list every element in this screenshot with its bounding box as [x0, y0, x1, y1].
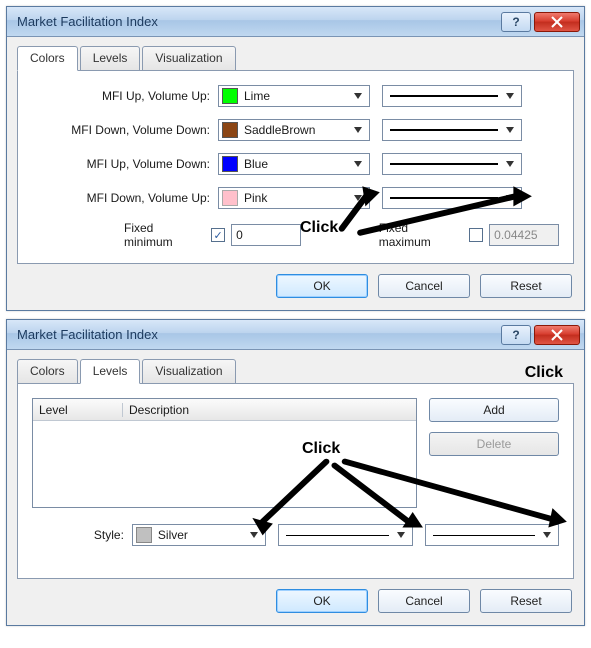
fixed-max-checkbox[interactable] [469, 228, 483, 242]
button-row: OK Cancel Reset [17, 264, 574, 300]
style-row: Style: Silver [32, 524, 559, 546]
delete-button: Delete [429, 432, 559, 456]
dialog-colors: Market Facilitation Index ? Colors Level… [6, 6, 585, 311]
line-width-select[interactable] [382, 153, 522, 175]
color-row-label: MFI Down, Volume Up: [32, 191, 218, 205]
window-title: Market Facilitation Index [17, 14, 498, 29]
chevron-down-icon [502, 155, 518, 173]
color-select-mfi-down-vol-down[interactable]: SaddleBrown [218, 119, 370, 141]
color-row: MFI Up, Volume Up: Lime [32, 85, 559, 107]
fixed-min-checkbox[interactable]: ✓ [211, 228, 225, 242]
help-button[interactable]: ? [501, 12, 531, 32]
line-width-select[interactable] [382, 187, 522, 209]
line-width-select[interactable] [382, 119, 522, 141]
cancel-button[interactable]: Cancel [378, 274, 470, 298]
ok-button[interactable]: OK [276, 589, 368, 613]
levels-grid[interactable]: Level Description [32, 398, 417, 508]
color-row: MFI Down, Volume Up: Pink [32, 187, 559, 209]
chevron-down-icon [502, 189, 518, 207]
line-pattern-select[interactable] [278, 524, 412, 546]
chevron-down-icon [350, 155, 366, 173]
color-swatch [222, 156, 238, 172]
close-icon [550, 328, 564, 342]
col-level[interactable]: Level [33, 403, 123, 417]
close-button[interactable] [534, 325, 580, 345]
line-preview [390, 95, 498, 97]
chevron-down-icon [350, 87, 366, 105]
tabstrip: Colors Levels Visualization [17, 46, 574, 71]
fixed-max-input: 0.04425 [489, 224, 559, 246]
col-description[interactable]: Description [123, 403, 416, 417]
color-swatch [136, 527, 152, 543]
chevron-down-icon [502, 121, 518, 139]
tab-pane-levels: Level Description Add Delete Style: Silv… [17, 383, 574, 579]
color-swatch [222, 122, 238, 138]
color-select-mfi-down-vol-up[interactable]: Pink [218, 187, 370, 209]
add-button[interactable]: Add [429, 398, 559, 422]
style-label: Style: [32, 528, 132, 542]
color-row-label: MFI Up, Volume Up: [32, 89, 218, 103]
tab-levels[interactable]: Levels [80, 359, 141, 384]
fixed-min-label: Fixed minimum [124, 221, 205, 249]
color-row-label: MFI Down, Volume Down: [32, 123, 218, 137]
line-width-select[interactable] [425, 524, 559, 546]
color-select-mfi-up-vol-up[interactable]: Lime [218, 85, 370, 107]
chevron-down-icon [502, 87, 518, 105]
tab-colors[interactable]: Colors [17, 46, 78, 71]
close-icon [550, 15, 564, 29]
client-area: Colors Levels Visualization MFI Up, Volu… [7, 37, 584, 310]
tab-levels[interactable]: Levels [80, 46, 141, 71]
button-row: OK Cancel Reset [17, 579, 574, 615]
cancel-button[interactable]: Cancel [378, 589, 470, 613]
color-row: MFI Up, Volume Down: Blue [32, 153, 559, 175]
tab-pane-colors: MFI Up, Volume Up: Lime MFI Down, Volume… [17, 70, 574, 264]
chevron-down-icon [350, 121, 366, 139]
fixed-row: Fixed minimum ✓ 0 Fixed maximum 0.04425 [32, 221, 559, 249]
window-title: Market Facilitation Index [17, 327, 498, 342]
color-select-mfi-up-vol-down[interactable]: Blue [218, 153, 370, 175]
tab-visualization[interactable]: Visualization [142, 359, 235, 384]
color-row-label: MFI Up, Volume Down: [32, 157, 218, 171]
color-swatch [222, 88, 238, 104]
levels-body: Level Description Add Delete [32, 398, 559, 508]
color-swatch [222, 190, 238, 206]
titlebar[interactable]: Market Facilitation Index ? [7, 7, 584, 37]
line-preview [286, 535, 388, 536]
client-area: Colors Levels Visualization Level Descri… [7, 350, 584, 625]
line-width-select[interactable] [382, 85, 522, 107]
chevron-down-icon [393, 526, 409, 544]
tabstrip: Colors Levels Visualization [17, 359, 574, 384]
line-preview [390, 129, 498, 131]
chevron-down-icon [246, 526, 262, 544]
fixed-min-input[interactable]: 0 [231, 224, 301, 246]
help-button[interactable]: ? [501, 325, 531, 345]
reset-button[interactable]: Reset [480, 274, 572, 298]
line-preview [390, 163, 498, 165]
line-preview [390, 197, 498, 199]
levels-buttons: Add Delete [429, 398, 559, 508]
dialog-levels: Market Facilitation Index ? Colors Level… [6, 319, 585, 626]
close-button[interactable] [534, 12, 580, 32]
ok-button[interactable]: OK [276, 274, 368, 298]
grid-header: Level Description [33, 399, 416, 421]
line-preview [433, 535, 535, 536]
tab-colors[interactable]: Colors [17, 359, 78, 384]
tab-visualization[interactable]: Visualization [142, 46, 235, 71]
reset-button[interactable]: Reset [480, 589, 572, 613]
chevron-down-icon [539, 526, 555, 544]
color-row: MFI Down, Volume Down: SaddleBrown [32, 119, 559, 141]
chevron-down-icon [350, 189, 366, 207]
titlebar[interactable]: Market Facilitation Index ? [7, 320, 584, 350]
fixed-max-label: Fixed maximum [379, 221, 463, 249]
style-color-select[interactable]: Silver [132, 524, 266, 546]
